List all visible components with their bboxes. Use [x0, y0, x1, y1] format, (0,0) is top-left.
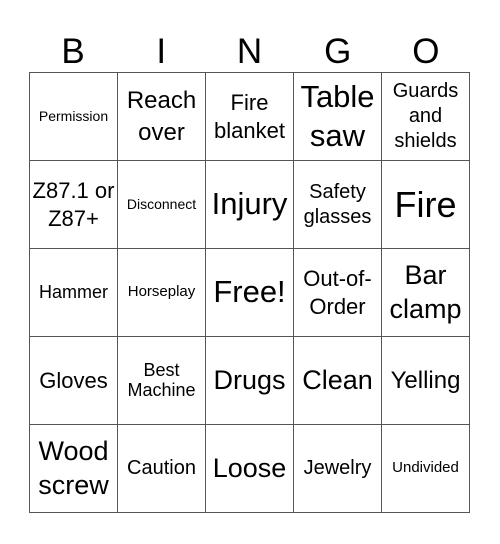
bingo-cell[interactable]: Yelling [382, 337, 470, 425]
bingo-cell[interactable]: Fire blanket [206, 73, 294, 161]
bingo-header: B I N G O [29, 30, 470, 72]
header-letter-g: G [324, 31, 352, 71]
bingo-cell[interactable]: Loose [206, 425, 294, 513]
bingo-cell[interactable]: Jewelry [294, 425, 382, 513]
bingo-cell[interactable]: Caution [118, 425, 206, 513]
bingo-card-grid: Permission Reach over Fire blanket Table… [29, 72, 470, 513]
bingo-cell[interactable]: Safety glasses [294, 161, 382, 249]
bingo-cell[interactable]: Out-of-Order [294, 249, 382, 337]
bingo-cell[interactable]: Injury [206, 161, 294, 249]
bingo-cell[interactable]: Clean [294, 337, 382, 425]
bingo-cell[interactable]: Table saw [294, 73, 382, 161]
bingo-cell[interactable]: Gloves [30, 337, 118, 425]
header-letter-n: N [236, 31, 263, 71]
header-letter-o: O [412, 31, 440, 71]
header-letter-i: I [156, 31, 167, 71]
bingo-cell[interactable]: Undivided [382, 425, 470, 513]
bingo-cell[interactable]: Drugs [206, 337, 294, 425]
bingo-cell[interactable]: Permission [30, 73, 118, 161]
bingo-cell[interactable]: Fire [382, 161, 470, 249]
bingo-cell[interactable]: Disconnect [118, 161, 206, 249]
free-space-cell[interactable]: Free! [206, 249, 294, 337]
bingo-cell[interactable]: Z87.1 or Z87+ [30, 161, 118, 249]
bingo-cell[interactable]: Guards and shields [382, 73, 470, 161]
bingo-cell[interactable]: Wood screw [30, 425, 118, 513]
header-letter-b: B [61, 31, 85, 71]
bingo-cell[interactable]: Hammer [30, 249, 118, 337]
bingo-cell[interactable]: Horseplay [118, 249, 206, 337]
bingo-cell[interactable]: Reach over [118, 73, 206, 161]
bingo-cell[interactable]: Best Machine [118, 337, 206, 425]
bingo-cell[interactable]: Bar clamp [382, 249, 470, 337]
